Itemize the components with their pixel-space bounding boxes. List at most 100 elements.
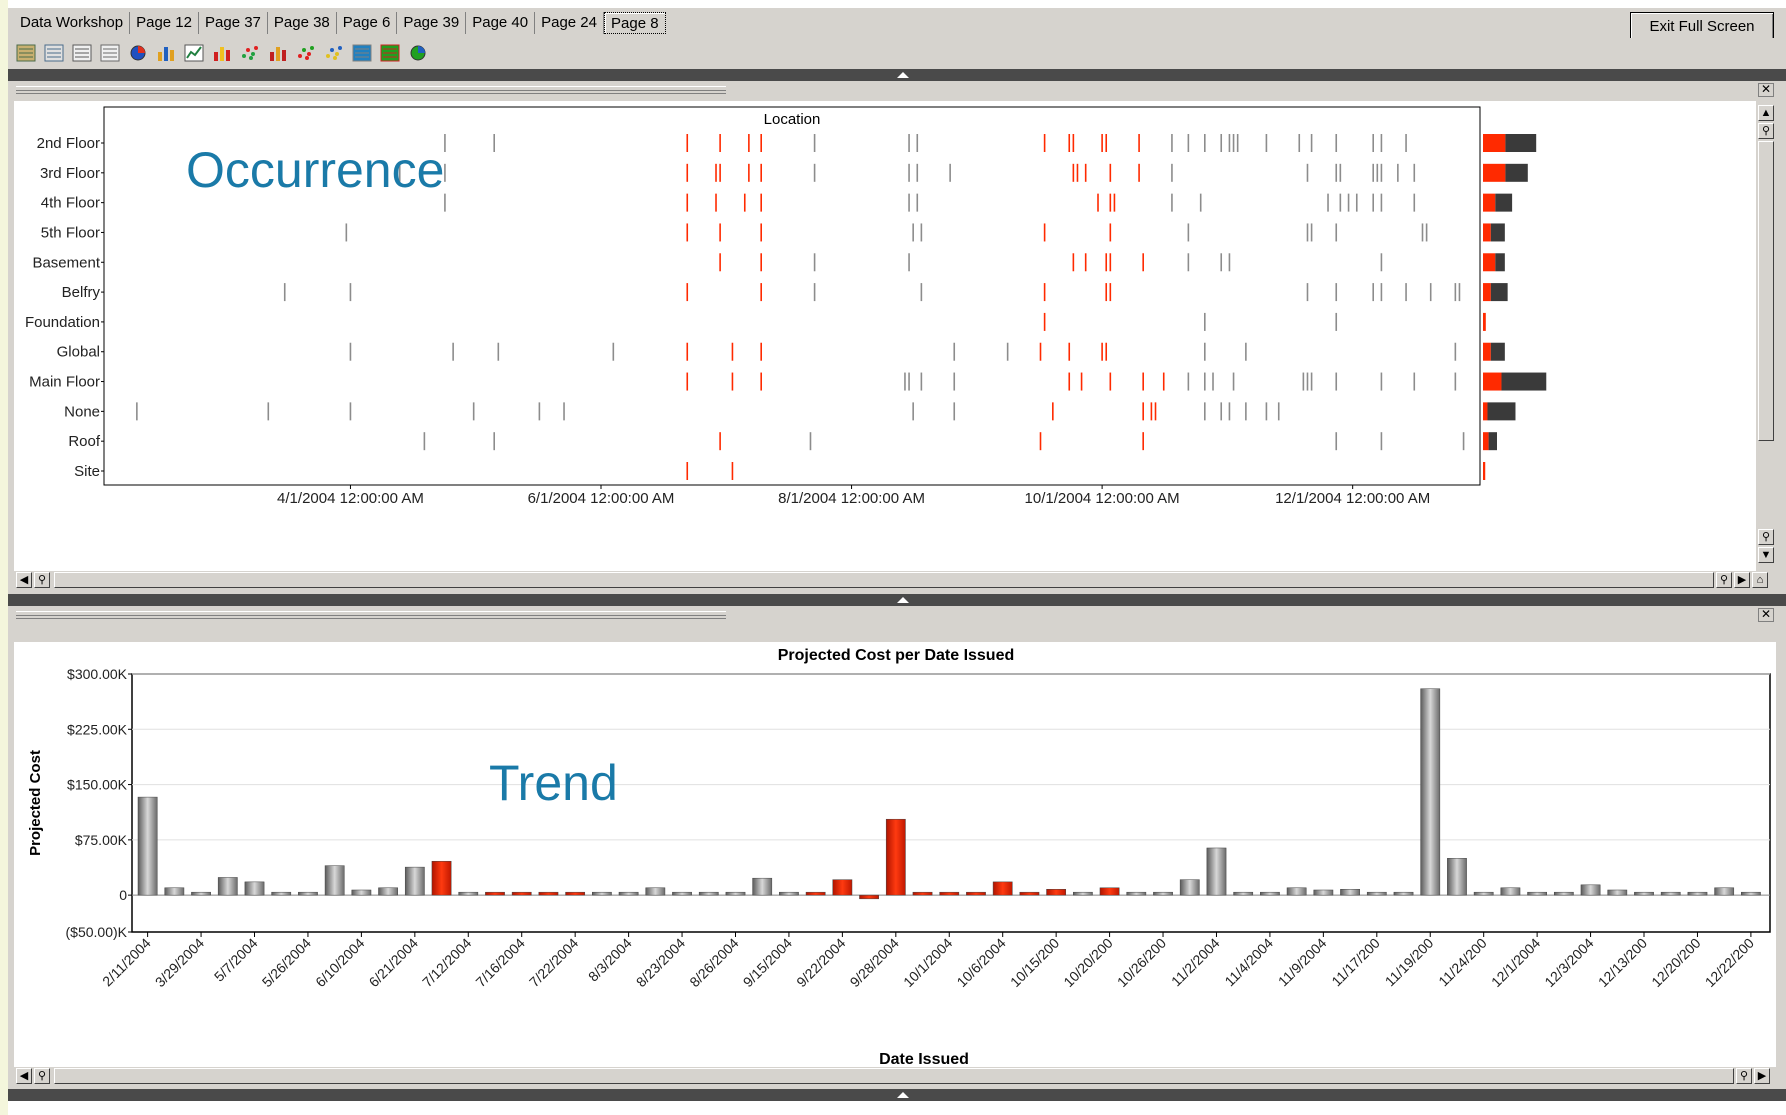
bar[interactable] <box>1233 891 1254 896</box>
summary-bar[interactable] <box>1495 253 1505 272</box>
bar[interactable] <box>1741 891 1761 896</box>
bar[interactable] <box>1126 891 1147 896</box>
bottom-splitter[interactable] <box>8 1088 1786 1101</box>
horizontal-scroll-thumb[interactable] <box>54 572 1714 588</box>
summary-bar[interactable] <box>1490 283 1508 302</box>
column-chart-icon[interactable] <box>208 40 236 66</box>
horizontal-scrollbar[interactable]: ◀ ⚲ ⚲ ▶ <box>14 1067 1776 1085</box>
horizontal-scrollbar[interactable]: ◀ ⚲ ⚲ ▶ ⌂ <box>14 571 1776 589</box>
horizontal-scroll-thumb[interactable] <box>54 1068 1734 1084</box>
bar[interactable] <box>1553 891 1574 896</box>
list-icon[interactable] <box>68 40 96 66</box>
summary-bar[interactable] <box>1490 342 1505 361</box>
bar[interactable] <box>1473 891 1494 896</box>
bar-chart-icon[interactable] <box>152 40 180 66</box>
summary-bar[interactable] <box>1505 134 1537 152</box>
bar[interactable] <box>752 877 773 896</box>
scroll-left-icon[interactable]: ◀ <box>16 1068 32 1084</box>
bar-highlighted[interactable] <box>805 891 826 896</box>
tab-page-6[interactable]: Page 6 <box>337 12 398 34</box>
bar[interactable] <box>1500 887 1521 896</box>
bar[interactable] <box>779 891 799 896</box>
bar-highlighted[interactable] <box>431 860 452 896</box>
bar[interactable] <box>1153 891 1173 896</box>
vertical-scroll-thumb[interactable] <box>1758 141 1774 441</box>
treemap-icon[interactable] <box>376 40 404 66</box>
drag-grip[interactable] <box>16 86 726 94</box>
bar[interactable] <box>298 891 318 896</box>
bar[interactable] <box>1206 847 1227 896</box>
drag-grip[interactable] <box>16 611 726 619</box>
bar-highlighted[interactable] <box>912 891 933 896</box>
bar-highlighted[interactable] <box>511 891 532 896</box>
bar[interactable] <box>592 891 612 896</box>
tab-page-24[interactable]: Page 24 <box>535 12 604 34</box>
summary-bar[interactable] <box>1505 163 1528 182</box>
bar[interactable] <box>1286 887 1307 896</box>
bar[interactable] <box>244 881 265 896</box>
scroll-down-icon[interactable]: ▼ <box>1758 547 1774 563</box>
bar[interactable] <box>1420 688 1441 896</box>
summary-bar-highlighted[interactable] <box>1483 462 1486 480</box>
close-icon[interactable]: ✕ <box>1758 83 1774 97</box>
bar-highlighted[interactable] <box>859 894 879 900</box>
tab-page-12[interactable]: Page 12 <box>130 12 199 34</box>
zoom-icon[interactable]: ⚲ <box>34 572 50 588</box>
collapse-up-icon[interactable] <box>897 72 909 78</box>
report-icon[interactable] <box>96 40 124 66</box>
table-icon[interactable] <box>12 40 40 66</box>
bar[interactable] <box>164 887 185 896</box>
bar-highlighted[interactable] <box>1046 888 1067 896</box>
summary-bar-highlighted[interactable] <box>1483 432 1489 451</box>
bar-highlighted[interactable] <box>1099 887 1120 896</box>
bar-highlighted[interactable] <box>538 891 559 896</box>
bar-highlighted[interactable] <box>885 818 906 896</box>
tab-page-8[interactable]: Page 8 <box>604 12 666 34</box>
scatter-icon[interactable] <box>236 40 264 66</box>
summary-bar-highlighted[interactable] <box>1483 134 1506 152</box>
bar[interactable] <box>725 891 746 896</box>
scroll-left-icon[interactable]: ◀ <box>16 572 32 588</box>
tab-page-40[interactable]: Page 40 <box>466 12 536 34</box>
summary-bar-highlighted[interactable] <box>1483 163 1506 182</box>
summary-bar-highlighted[interactable] <box>1483 283 1491 302</box>
summary-bar[interactable] <box>1487 402 1516 421</box>
bar[interactable] <box>191 891 211 896</box>
heatmap-icon[interactable] <box>348 40 376 66</box>
bar-highlighted[interactable] <box>939 891 960 896</box>
bar[interactable] <box>1393 891 1414 896</box>
vertical-scrollbar[interactable]: ▲ ⚲ ⚲ ▼ <box>1756 101 1776 571</box>
stacked-bar-icon[interactable] <box>264 40 292 66</box>
bar[interactable] <box>698 891 719 896</box>
grid-icon[interactable] <box>40 40 68 66</box>
bar[interactable] <box>1607 889 1628 896</box>
line-chart-icon[interactable] <box>180 40 208 66</box>
bar[interactable] <box>137 796 158 896</box>
bar[interactable] <box>1714 887 1735 896</box>
bar[interactable] <box>1072 891 1093 896</box>
bar-highlighted[interactable] <box>966 891 986 896</box>
bar[interactable] <box>1660 891 1681 896</box>
close-icon[interactable]: ✕ <box>1758 608 1774 622</box>
bar-highlighted[interactable] <box>1019 891 1040 896</box>
summary-bar-highlighted[interactable] <box>1483 342 1491 361</box>
zoom-icon[interactable]: ⚲ <box>1758 529 1774 545</box>
bar-highlighted[interactable] <box>565 891 586 896</box>
middle-splitter[interactable] <box>8 593 1786 606</box>
summary-bar[interactable] <box>1488 432 1497 451</box>
summary-bar-highlighted[interactable] <box>1483 312 1486 331</box>
top-splitter[interactable] <box>8 68 1786 81</box>
pie-chart-icon[interactable] <box>124 40 152 66</box>
summary-bar-highlighted[interactable] <box>1483 402 1488 421</box>
bar-highlighted[interactable] <box>992 881 1013 896</box>
summary-bar[interactable] <box>1490 223 1505 242</box>
collapse-up-icon[interactable] <box>897 1092 909 1098</box>
bar[interactable] <box>1580 884 1601 896</box>
bar[interactable] <box>1340 888 1360 896</box>
bar[interactable] <box>1366 891 1387 896</box>
bar[interactable] <box>404 866 425 896</box>
scroll-right-icon[interactable]: ▶ <box>1734 572 1750 588</box>
summary-bar-highlighted[interactable] <box>1483 253 1496 272</box>
zoom-icon[interactable]: ⚲ <box>34 1068 50 1084</box>
bubble-icon[interactable] <box>292 40 320 66</box>
